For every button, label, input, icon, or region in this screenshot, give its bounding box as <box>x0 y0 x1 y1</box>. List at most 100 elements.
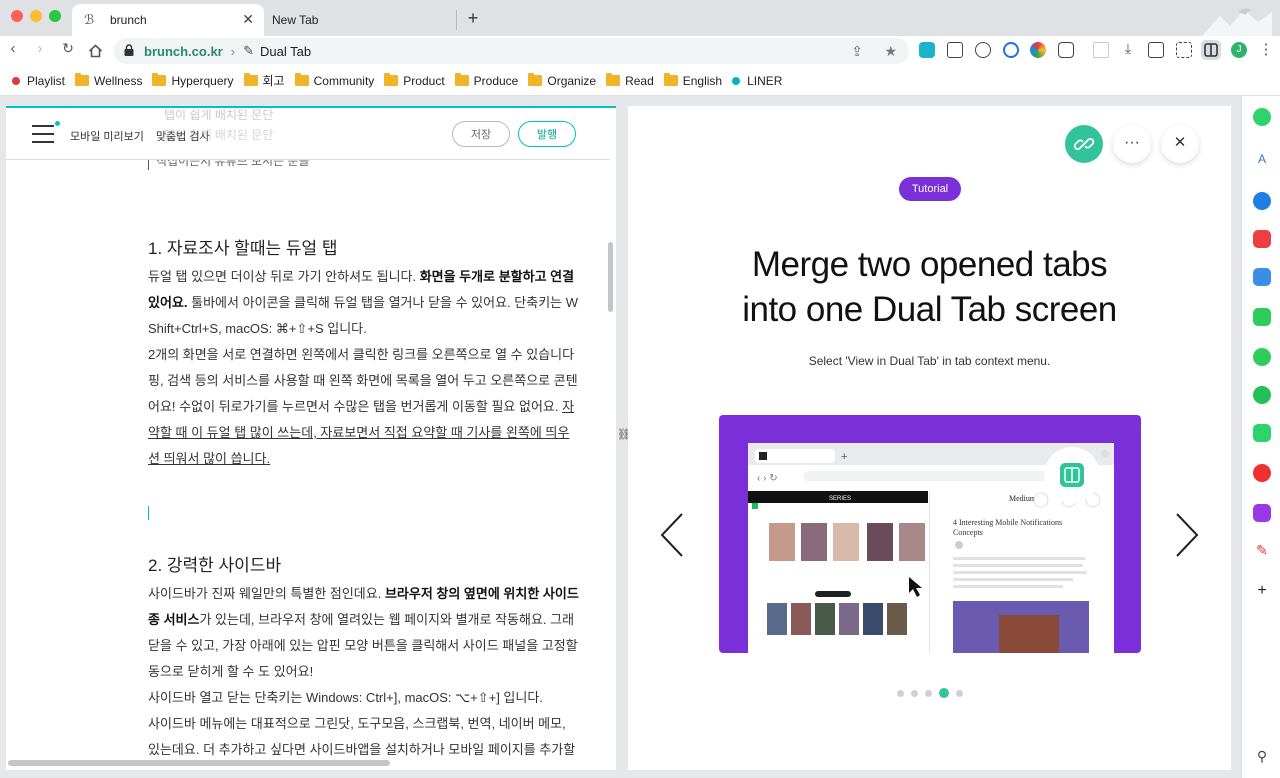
mobile-window-icon[interactable] <box>1148 42 1164 58</box>
toolbar: ‹ › ↻ brunch.co.kr › ✎ Dual Tab ⇪ ★ ⤓ J … <box>0 36 1280 66</box>
extension-puzzle-icon[interactable] <box>1058 42 1074 58</box>
close-tab-icon[interactable]: ✕ <box>242 11 254 28</box>
bookmark-item[interactable]: LINER <box>732 74 782 88</box>
translate-icon[interactable]: A <box>1253 152 1271 170</box>
bookmark-item[interactable]: English <box>663 73 723 88</box>
minimize-window-button[interactable] <box>30 10 42 22</box>
forward-icon[interactable]: › <box>30 40 50 57</box>
bookmark-label: Hyperquery <box>171 73 234 88</box>
bookmark-label: English <box>682 73 723 88</box>
address-bar[interactable]: brunch.co.kr › ✎ Dual Tab ⇪ ★ <box>114 38 909 64</box>
edge-app-icon[interactable] <box>1253 192 1271 210</box>
pocket-icon[interactable] <box>1253 230 1271 248</box>
bookmark-label: 회고 <box>262 74 285 88</box>
extension-feather-icon[interactable] <box>919 42 935 58</box>
menu-kebab-icon[interactable]: ⋮ <box>1256 40 1276 58</box>
bookmark-label: Organize <box>547 73 597 88</box>
bookmarks-bar: Playlist Wellness Hyperquery 회고 Community Pro… <box>0 66 1280 96</box>
folder-icon <box>243 73 258 86</box>
translate-flag-icon[interactable] <box>1093 42 1109 58</box>
vertical-scrollbar[interactable] <box>608 242 613 312</box>
lock-icon <box>124 44 138 58</box>
line-app-icon[interactable] <box>1253 424 1271 442</box>
close-button[interactable]: ✕ <box>1161 125 1199 163</box>
tab-new-tab[interactable]: New Tab <box>264 4 456 36</box>
slide-dot[interactable] <box>956 689 963 697</box>
previous-slide-arrow-icon[interactable] <box>659 512 685 558</box>
paragraph-line: 약할 때 이 듀얼 탭 많이 쓰는데, 자료보면서 직접 요약할 때 기사를 왼… <box>148 425 570 440</box>
bookmark-dot-icon <box>732 76 741 85</box>
bookmark-item[interactable]: Read <box>606 73 654 88</box>
paragraph-line: 동으로 닫히게 할 수 도 있어요! <box>148 664 314 679</box>
extension-color-icon[interactable] <box>1030 42 1046 58</box>
mobile-preview-link[interactable]: 모바일 미리보기 <box>70 128 144 144</box>
save-button[interactable]: 저장 <box>452 121 510 147</box>
slide-dot[interactable] <box>897 689 904 697</box>
slide-dot[interactable] <box>939 688 949 698</box>
bookmark-item[interactable]: 회고 <box>243 72 285 89</box>
mock-article-title: Concepts <box>953 528 983 537</box>
tutorial-subtitle: Select 'View in Dual Tab' in tab context… <box>808 354 1051 368</box>
chart-app-icon[interactable] <box>1253 386 1271 404</box>
ghost-text: 탭이 쉽게 배치된 문단 <box>164 128 274 142</box>
greendot-icon[interactable] <box>1253 108 1271 126</box>
brunch-favicon-icon: ℬ <box>84 12 95 27</box>
extension-hand-icon[interactable] <box>975 42 991 58</box>
audio-app-icon[interactable] <box>1253 504 1271 522</box>
slide-dot[interactable] <box>911 689 918 697</box>
share-icon[interactable]: ⇪ <box>851 43 863 60</box>
capture-icon[interactable] <box>1176 42 1192 58</box>
notification-icon[interactable] <box>1253 308 1271 326</box>
folder-icon <box>663 73 678 86</box>
new-tab-button[interactable]: + <box>463 8 483 29</box>
zoom-window-button[interactable] <box>49 10 61 22</box>
tab-title: brunch <box>110 13 147 27</box>
add-sidebar-app-icon[interactable]: + <box>1253 582 1271 600</box>
link-tabs-button[interactable] <box>1065 125 1103 163</box>
bookmark-item[interactable]: Playlist <box>12 74 65 88</box>
horizontal-scrollbar[interactable] <box>8 760 390 766</box>
tab-title: New Tab <box>272 13 319 27</box>
reload-icon[interactable]: ↻ <box>58 40 78 57</box>
more-options-button[interactable]: ··· <box>1113 125 1151 163</box>
extension-send-icon[interactable] <box>947 42 963 58</box>
pin-icon[interactable]: ⚲ <box>1253 748 1271 766</box>
close-window-button[interactable] <box>11 10 23 22</box>
calendar-icon[interactable] <box>1253 268 1271 286</box>
publish-button[interactable]: 발행 <box>518 121 576 147</box>
bookmark-item[interactable]: Product <box>384 73 445 88</box>
folder-icon <box>384 73 399 86</box>
hamburger-menu-icon[interactable] <box>32 121 60 143</box>
dual-tab-icon[interactable] <box>1201 40 1221 60</box>
tutorial-slide-image: + ‹ › ↻ SERIES Medium 4 Interesting Mobi… <box>719 415 1141 653</box>
bookmark-item[interactable]: Organize <box>528 73 597 88</box>
bookmark-label: Produce <box>473 73 519 88</box>
bookmark-label: Community <box>313 73 375 88</box>
extension-search-icon[interactable] <box>1003 42 1019 58</box>
folder-icon <box>294 73 309 86</box>
game-icon[interactable] <box>1253 348 1271 366</box>
next-slide-arrow-icon[interactable] <box>1174 512 1200 558</box>
paragraph-line: 닫을 수 있고, 가장 아래에 있는 압핀 모양 버튼을 클릭해서 사이드 패널… <box>148 638 578 653</box>
paragraph-line: 션 띄워서 많이 씁니다. <box>148 451 271 466</box>
back-icon[interactable]: ‹ <box>3 40 23 57</box>
pen-icon[interactable]: ✎ <box>1253 542 1271 560</box>
bookmark-star-icon[interactable]: ★ <box>884 43 897 60</box>
dual-tab-link-handle-icon[interactable]: ⛓ <box>617 428 631 446</box>
download-icon[interactable]: ⤓ <box>1118 40 1138 57</box>
profile-avatar[interactable]: J <box>1231 42 1247 58</box>
bookmark-item[interactable]: Community <box>294 73 375 88</box>
folder-icon <box>152 73 167 86</box>
music-icon[interactable] <box>1253 464 1271 482</box>
slide-dot[interactable] <box>925 689 932 697</box>
paragraph-line: Shift+Ctrl+S, macOS: ⌘+⇧+S 입니다. <box>148 321 367 336</box>
tab-brunch[interactable]: ℬ brunch ✕ <box>72 4 264 36</box>
bookmark-item[interactable]: Hyperquery <box>152 73 234 88</box>
home-icon[interactable] <box>88 44 103 58</box>
bookmark-item[interactable]: Produce <box>454 73 519 88</box>
bookmark-item[interactable]: Wellness <box>75 73 142 88</box>
mock-left-brand: SERIES <box>829 496 851 502</box>
section-heading: 2. 강력한 사이드바 <box>148 556 282 575</box>
paragraph-line: 듀얼 탭 있으면 더이상 뒤로 가기 안하셔도 됩니다. 화면을 두개로 분할하… <box>148 269 575 284</box>
svg-text:‹ › ↻: ‹ › ↻ <box>757 473 778 484</box>
